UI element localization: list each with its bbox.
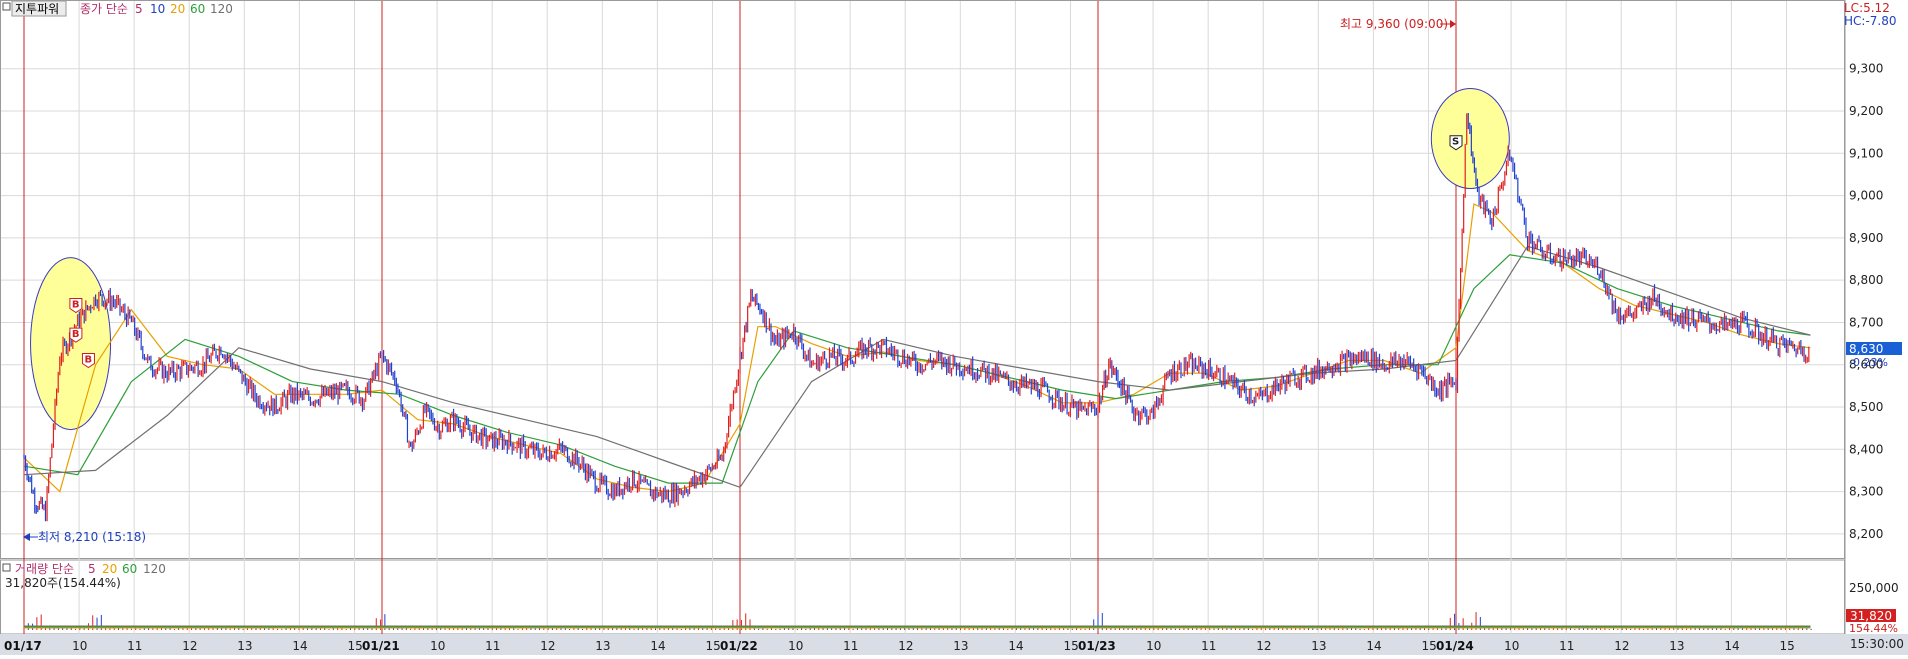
- x-hour-label: 10: [1146, 639, 1161, 653]
- legend-period-5: 5: [135, 2, 143, 16]
- sell-highlight-circle: [1430, 88, 1510, 190]
- x-hour-label: 13: [1311, 639, 1326, 653]
- x-hour-label: 11: [485, 639, 500, 653]
- legend-toggle-box[interactable]: [2, 2, 11, 11]
- lc-label: LC:5.12: [1844, 1, 1890, 15]
- x-hour-label: 11: [1559, 639, 1574, 653]
- legend-period-120: 120: [210, 2, 233, 16]
- volume-legend-toggle[interactable]: [2, 563, 11, 572]
- hc-label: HC:-7.80: [1844, 14, 1897, 28]
- legend-tab-name[interactable]: 지투파워: [15, 2, 59, 16]
- y-tick-label: 8,300: [1849, 485, 1883, 499]
- x-hour-label: 13: [1669, 639, 1684, 653]
- x-hour-label: 15: [1421, 639, 1436, 653]
- current-price-value: 8,630: [1849, 342, 1883, 356]
- legend-period-10: 10: [150, 2, 165, 16]
- x-hour-label: 11: [843, 639, 858, 653]
- x-hour-label: 15: [1063, 639, 1078, 653]
- x-hour-label: 12: [1256, 639, 1271, 653]
- volume-legend-period-120: 120: [143, 562, 166, 576]
- buy-signal-marker-letter: B: [84, 354, 92, 365]
- x-day-label: 01/22: [720, 639, 758, 653]
- time-label: 15:30:00: [1850, 637, 1904, 651]
- y-tick-label: 8,900: [1849, 231, 1883, 245]
- x-hour-label: 14: [1366, 639, 1381, 653]
- x-day-label: 01/21: [362, 639, 400, 653]
- y-tick-label: 9,000: [1849, 189, 1883, 203]
- volume-badge-pct: 154.44%: [1849, 622, 1898, 635]
- sell-signal-marker-letter: S: [1452, 137, 1459, 148]
- x-day-label: 01/24: [1436, 639, 1474, 653]
- x-hour-label: 12: [182, 639, 197, 653]
- x-hour-label: 10: [430, 639, 445, 653]
- x-hour-label: 10: [788, 639, 803, 653]
- x-hour-label: 10: [72, 639, 87, 653]
- x-hour-label: 15: [705, 639, 720, 653]
- y-tick-label: 9,300: [1849, 62, 1883, 76]
- buy-signal-marker-letter: B: [72, 300, 80, 311]
- buy-signal-marker-letter: B: [72, 329, 80, 340]
- x-hour-label: 14: [292, 639, 307, 653]
- x-hour-label: 13: [237, 639, 252, 653]
- volume-legend-period-20: 20: [102, 562, 117, 576]
- x-hour-label: 11: [127, 639, 142, 653]
- high-annotation-label: 최고 9,360 (09:00): [1340, 17, 1448, 31]
- y-tick-label: 8,400: [1849, 442, 1883, 456]
- x-hour-label: 10: [1504, 639, 1519, 653]
- price-panel-frame: [0, 0, 1845, 559]
- y-tick-label: 8,200: [1849, 527, 1883, 541]
- volume-legend-label: 거래량 단순: [15, 562, 74, 576]
- volume-current-label: 31,820주(154.44%): [5, 576, 121, 590]
- current-price-change: -0.23%: [1849, 356, 1888, 369]
- x-hour-label: 13: [953, 639, 968, 653]
- legend-period-20: 20: [170, 2, 185, 16]
- volume-axis-label: 250,000: [1849, 581, 1899, 595]
- x-hour-label: 15: [1779, 639, 1794, 653]
- legend-period-60: 60: [190, 2, 205, 16]
- x-day-label: 01/23: [1078, 639, 1116, 653]
- low-annotation-label: 최저 8,210 (15:18): [38, 530, 146, 544]
- x-day-label: 01/17: [4, 639, 42, 653]
- y-tick-label: 8,800: [1849, 273, 1883, 287]
- legend-series-label: 종가 단순: [80, 2, 128, 16]
- x-hour-label: 11: [1201, 639, 1216, 653]
- volume-legend-period-5: 5: [88, 562, 96, 576]
- chart-canvas[interactable]: BBBS 8,2008,3008,4008,5008,6008,7008,800…: [0, 0, 1908, 655]
- x-hour-label: 13: [595, 639, 610, 653]
- y-tick-label: 8,500: [1849, 400, 1883, 414]
- x-hour-label: 12: [898, 639, 913, 653]
- x-hour-label: 14: [650, 639, 665, 653]
- buy-highlight-circle: [30, 257, 112, 431]
- stock-chart: BBBS 8,200 8,300 8,400 8,500 8,600 8,700 8,800…: [0, 0, 1908, 655]
- x-hour-label: 14: [1724, 639, 1739, 653]
- x-hour-label: 14: [1008, 639, 1023, 653]
- volume-panel-frame: [0, 559, 1845, 635]
- y-tick-label: 9,100: [1849, 146, 1883, 160]
- volume-badge-value: 31,820: [1850, 609, 1892, 623]
- x-hour-label: 12: [540, 639, 555, 653]
- volume-legend-period-60: 60: [122, 562, 137, 576]
- y-tick-label: 8,700: [1849, 315, 1883, 329]
- x-hour-label: 12: [1614, 639, 1629, 653]
- y-tick-label: 9,200: [1849, 104, 1883, 118]
- x-hour-label: 15: [347, 639, 362, 653]
